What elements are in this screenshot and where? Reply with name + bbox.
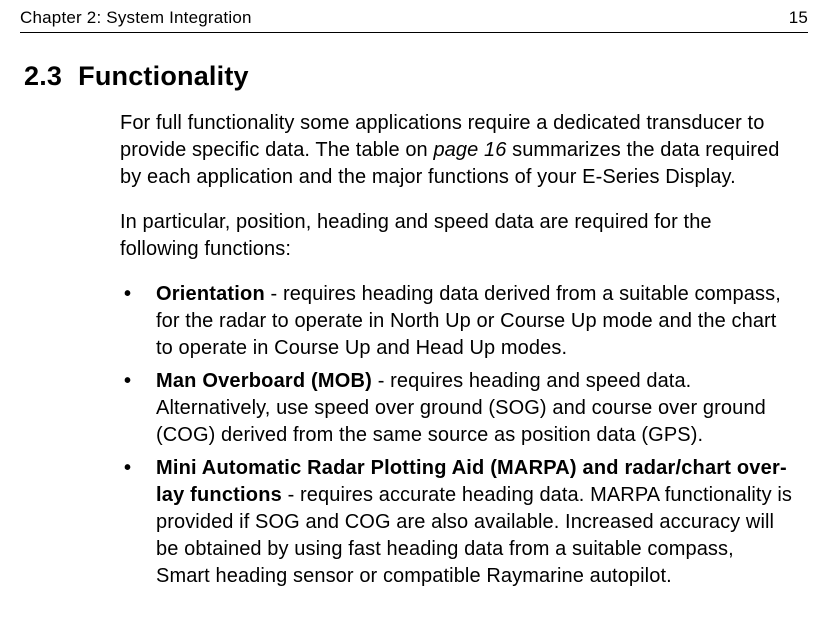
body: For full functionality some applications… — [0, 110, 828, 590]
section-title: Functionality — [78, 61, 249, 91]
bullet-lead: Man Overboard (MOB) — [156, 370, 372, 392]
page-reference: page 16 — [433, 139, 506, 161]
page-number: 15 — [789, 8, 808, 28]
chapter-title: Chapter 2: System Integration — [20, 8, 252, 28]
intro-paragraph-2: In particular, position, heading and spe… — [120, 209, 792, 263]
bullet-lead: Orientation — [156, 283, 265, 305]
list-item: Mini Automatic Radar Plotting Aid (MARPA… — [120, 455, 792, 590]
list-item: Man Overboard (MOB) - requires heading a… — [120, 368, 792, 449]
header-rule — [20, 32, 808, 33]
intro-paragraph-1: For full functionality some applications… — [120, 110, 792, 191]
section-heading: 2.3 Functionality — [0, 61, 828, 92]
page-header: Chapter 2: System Integration 15 — [0, 0, 828, 32]
section-number: 2.3 — [24, 61, 62, 92]
bullet-list: Orientation - requires heading data deri… — [120, 281, 792, 590]
list-item: Orientation - requires heading data deri… — [120, 281, 792, 362]
